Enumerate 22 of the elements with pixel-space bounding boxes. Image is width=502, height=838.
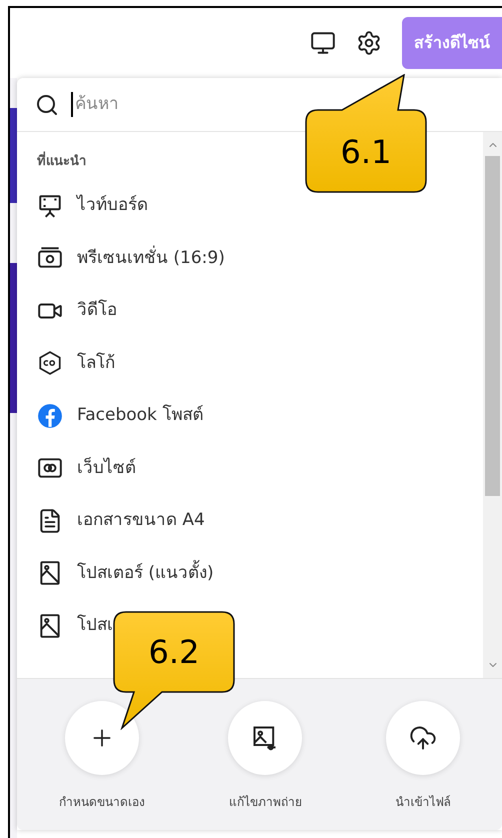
scrollbar[interactable] (483, 132, 502, 678)
design-type-item[interactable]: ไวท์บอร์ด (77, 193, 148, 218)
scrollbar-thumb[interactable] (485, 156, 500, 496)
settings-icon[interactable] (356, 30, 382, 56)
facebook-icon (37, 402, 63, 429)
hexagon-co-icon (37, 350, 63, 376)
search-icon (35, 92, 59, 116)
design-type-item[interactable]: โลโก้ (77, 350, 115, 376)
design-type-item[interactable]: พรีเซนเทชั่น (16:9) (77, 246, 225, 271)
design-type-item[interactable]: Facebook โพสต์ (77, 403, 204, 428)
callout-label: 6.2 (148, 636, 200, 668)
action-label: นำเข้าไฟล์ (396, 794, 451, 811)
design-type-item[interactable]: วิดีโอ (77, 298, 117, 324)
action-label: แก้ไขภาพถ่าย (228, 794, 302, 811)
action-label: กำหนดขนาดเอง (58, 794, 145, 811)
cloud-upload-icon (409, 724, 438, 752)
design-type-item[interactable]: โปสเตอร์ (แนวตั้ง) (77, 560, 214, 586)
monitor-icon[interactable] (310, 30, 336, 56)
design-type-item[interactable]: โปสเ (77, 613, 113, 638)
design-type-item[interactable]: เอกสารขนาด A4 (77, 508, 205, 534)
design-type-item[interactable]: เว็บไซต์ (77, 456, 136, 481)
easel-icon (37, 192, 63, 219)
